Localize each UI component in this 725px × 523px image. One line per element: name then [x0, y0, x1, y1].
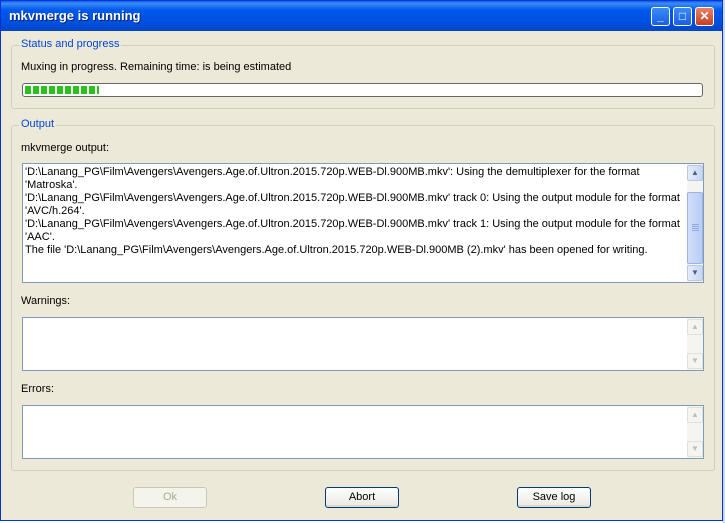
thumb-grip	[692, 226, 699, 227]
output-textbox[interactable]: 'D:\Lanang_PG\Film\Avengers\Avengers.Age…	[22, 163, 704, 283]
scroll-down-arrow-icon: ▼	[691, 444, 699, 453]
output-line: 'D:\Lanang_PG\Film\Avengers\Avengers.Age…	[25, 218, 684, 243]
output-label: mkvmerge output:	[21, 142, 110, 154]
close-button[interactable]: ✕	[695, 7, 714, 26]
thumb-grip	[692, 228, 699, 229]
scroll-up-button[interactable]: ▲	[687, 319, 703, 335]
scroll-up-button[interactable]: ▲	[687, 165, 703, 181]
save-log-button[interactable]: Save log	[517, 487, 591, 508]
scroll-up-button[interactable]: ▲	[687, 407, 703, 423]
errors-textbox[interactable]: ▲ ▼	[22, 405, 704, 459]
scroll-up-arrow-icon: ▲	[691, 168, 699, 177]
errors-scrollbar[interactable]: ▲ ▼	[687, 406, 703, 458]
warnings-textbox[interactable]: ▲ ▼	[22, 317, 704, 371]
output-scrollbar[interactable]: ▲ ▼	[687, 164, 703, 282]
warnings-scrollbar[interactable]: ▲ ▼	[687, 318, 703, 370]
status-group-legend: Status and progress	[19, 38, 122, 50]
minimize-button[interactable]: _	[651, 7, 670, 26]
output-line: 'D:\Lanang_PG\Film\Avengers\Avengers.Age…	[25, 166, 643, 191]
output-text-content: 'D:\Lanang_PG\Film\Avengers\Avengers.Age…	[25, 166, 685, 257]
progress-bar-fill	[25, 86, 99, 94]
progress-bar	[22, 83, 703, 97]
ok-button[interactable]: Ok	[133, 487, 207, 508]
output-line: 'D:\Lanang_PG\Film\Avengers\Avengers.Age…	[25, 192, 684, 217]
title-bar[interactable]: mkvmerge is running _ □ ✕	[1, 1, 722, 31]
mkvmerge-progress-dialog: mkvmerge is running _ □ ✕ Status and pro…	[0, 0, 723, 521]
scroll-down-button[interactable]: ▼	[687, 441, 703, 457]
status-group: Status and progress	[11, 38, 715, 109]
thumb-grip	[692, 230, 699, 231]
output-group-legend: Output	[19, 118, 57, 130]
status-text: Muxing in progress. Remaining time: is b…	[21, 61, 292, 73]
errors-label: Errors:	[21, 383, 54, 395]
scroll-down-arrow-icon: ▼	[691, 356, 699, 365]
scroll-up-arrow-icon: ▲	[691, 410, 699, 419]
close-icon: ✕	[699, 9, 710, 23]
window-title: mkvmerge is running	[9, 8, 141, 23]
maximize-button[interactable]: □	[673, 7, 692, 26]
thumb-grip	[692, 224, 699, 225]
minimize-icon: _	[657, 9, 664, 23]
abort-button[interactable]: Abort	[325, 487, 399, 508]
scroll-down-button[interactable]: ▼	[687, 353, 703, 369]
warnings-label: Warnings:	[21, 295, 71, 307]
scrollbar-thumb[interactable]	[687, 192, 703, 264]
maximize-icon: □	[678, 9, 687, 23]
output-line: The file 'D:\Lanang_PG\Film\Avengers\Ave…	[25, 244, 648, 256]
scroll-down-arrow-icon: ▼	[691, 268, 699, 277]
scroll-up-arrow-icon: ▲	[691, 322, 699, 331]
scroll-down-button[interactable]: ▼	[687, 265, 703, 281]
